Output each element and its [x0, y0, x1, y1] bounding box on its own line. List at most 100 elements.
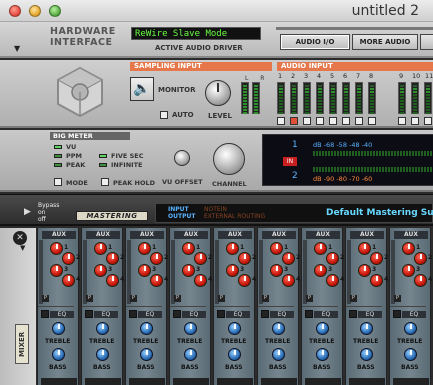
- treble-knob[interactable]: [272, 322, 285, 335]
- aux-send-knob[interactable]: [138, 242, 151, 255]
- eq-power-icon[interactable]: [41, 310, 49, 318]
- treble-knob[interactable]: [360, 322, 373, 335]
- audio-io-button[interactable]: AUDIO I/O: [280, 34, 350, 50]
- aux-send-knob[interactable]: [94, 242, 107, 255]
- pre-button[interactable]: P: [350, 295, 357, 302]
- channel-enable-button[interactable]: [342, 117, 350, 125]
- aux-send-knob[interactable]: [106, 274, 119, 287]
- pre-button[interactable]: P: [174, 295, 181, 302]
- aux-send-knob[interactable]: [94, 264, 107, 277]
- aux-send-knob[interactable]: [138, 264, 151, 277]
- aux-send-knob[interactable]: [62, 274, 75, 287]
- treble-knob[interactable]: [140, 322, 153, 335]
- channel-enable-button[interactable]: [303, 117, 311, 125]
- peak-hold-button[interactable]: [101, 178, 109, 186]
- aux-send-knob[interactable]: [326, 274, 339, 287]
- channel-enable-button[interactable]: [424, 117, 432, 125]
- minimize-window-button[interactable]: [29, 5, 41, 17]
- eq-power-icon[interactable]: [173, 310, 181, 318]
- vu-offset-knob[interactable]: [174, 150, 190, 166]
- aux-send-knob[interactable]: [150, 274, 163, 287]
- pre-button[interactable]: P: [306, 295, 313, 302]
- bass-knob[interactable]: [404, 348, 417, 361]
- eq-power-icon[interactable]: [261, 310, 269, 318]
- more-audio-button[interactable]: MORE AUDIO: [352, 34, 418, 50]
- pre-button[interactable]: P: [42, 295, 49, 302]
- aux-send-knob[interactable]: [402, 264, 415, 277]
- aux-send-knob[interactable]: [314, 264, 327, 277]
- channel-enable-button[interactable]: [316, 117, 324, 125]
- mastering-name-tape[interactable]: MASTERING: [76, 211, 148, 221]
- bass-knob[interactable]: [184, 348, 197, 361]
- five-sec-option[interactable]: FIVE SEC: [111, 152, 143, 160]
- aux-send-knob[interactable]: [238, 252, 251, 265]
- mixer-fold-button[interactable]: ✕: [13, 231, 27, 245]
- eq-power-icon[interactable]: [393, 310, 401, 318]
- bass-knob[interactable]: [316, 348, 329, 361]
- aux-send-knob[interactable]: [314, 242, 327, 255]
- eq-power-icon[interactable]: [349, 310, 357, 318]
- eq-power-icon[interactable]: [305, 310, 313, 318]
- aux-send-knob[interactable]: [358, 264, 371, 277]
- aux-send-knob[interactable]: [326, 252, 339, 265]
- extra-audio-button[interactable]: [420, 34, 433, 50]
- monitor-speaker-button[interactable]: 🔈: [130, 77, 154, 101]
- level-knob[interactable]: [205, 80, 231, 106]
- eq-power-icon[interactable]: [85, 310, 93, 318]
- vu-option[interactable]: VU: [66, 143, 76, 151]
- eq-power-icon[interactable]: [129, 310, 137, 318]
- patch-name[interactable]: Default Mastering Su: [326, 208, 433, 218]
- bass-knob[interactable]: [96, 348, 109, 361]
- aux-send-knob[interactable]: [282, 274, 295, 287]
- bass-knob[interactable]: [228, 348, 241, 361]
- aux-send-knob[interactable]: [226, 242, 239, 255]
- bass-knob[interactable]: [140, 348, 153, 361]
- pre-button[interactable]: P: [262, 295, 269, 302]
- treble-knob[interactable]: [184, 322, 197, 335]
- aux-send-knob[interactable]: [194, 274, 207, 287]
- zoom-window-button[interactable]: [49, 5, 61, 17]
- collapse-triangle-icon[interactable]: ▼: [14, 44, 20, 53]
- aux-send-knob[interactable]: [370, 274, 383, 287]
- aux-send-knob[interactable]: [62, 252, 75, 265]
- ppm-option[interactable]: PPM: [66, 152, 82, 160]
- aux-send-knob[interactable]: [182, 264, 195, 277]
- infinite-option[interactable]: INFINITE: [111, 161, 142, 169]
- aux-send-knob[interactable]: [50, 264, 63, 277]
- aux-send-knob[interactable]: [402, 242, 415, 255]
- pre-button[interactable]: P: [130, 295, 137, 302]
- aux-send-knob[interactable]: [238, 274, 251, 287]
- channel-enable-button[interactable]: [368, 117, 376, 125]
- mixer-collapse-icon[interactable]: ▼: [20, 244, 25, 252]
- channel-enable-button[interactable]: [329, 117, 337, 125]
- treble-knob[interactable]: [228, 322, 241, 335]
- bypass-switch[interactable]: Bypass on off: [38, 202, 59, 223]
- auto-checkbox[interactable]: [160, 111, 168, 119]
- treble-knob[interactable]: [404, 322, 417, 335]
- treble-knob[interactable]: [52, 322, 65, 335]
- aux-send-knob[interactable]: [414, 274, 427, 287]
- peak-option[interactable]: PEAK: [66, 161, 85, 169]
- channel-enable-button[interactable]: [277, 117, 285, 125]
- treble-knob[interactable]: [316, 322, 329, 335]
- bass-knob[interactable]: [360, 348, 373, 361]
- close-window-button[interactable]: [9, 5, 21, 17]
- aux-send-knob[interactable]: [270, 264, 283, 277]
- pre-button[interactable]: P: [394, 295, 401, 302]
- bass-knob[interactable]: [52, 348, 65, 361]
- aux-send-knob[interactable]: [150, 252, 163, 265]
- pre-button[interactable]: P: [218, 295, 225, 302]
- channel-knob[interactable]: [213, 143, 245, 175]
- treble-knob[interactable]: [96, 322, 109, 335]
- expand-triangle-icon[interactable]: ▶: [24, 207, 31, 217]
- aux-send-knob[interactable]: [282, 252, 295, 265]
- channel-enable-button[interactable]: [411, 117, 419, 125]
- aux-send-knob[interactable]: [270, 242, 283, 255]
- aux-send-knob[interactable]: [182, 242, 195, 255]
- aux-send-knob[interactable]: [358, 242, 371, 255]
- channel-enable-button[interactable]: [290, 117, 298, 125]
- aux-send-knob[interactable]: [226, 264, 239, 277]
- aux-send-knob[interactable]: [370, 252, 383, 265]
- aux-send-knob[interactable]: [106, 252, 119, 265]
- mode-button[interactable]: [54, 178, 62, 186]
